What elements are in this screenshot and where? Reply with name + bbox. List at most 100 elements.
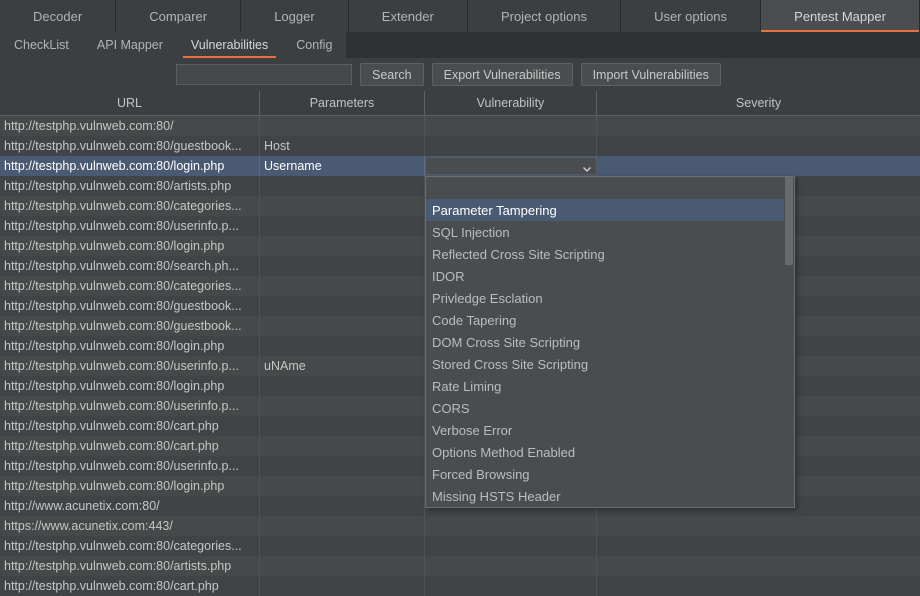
dropdown-option-blank[interactable] (426, 177, 786, 199)
column-header-url[interactable]: URL (0, 91, 260, 115)
dropdown-option[interactable]: DOM Cross Site Scripting (426, 331, 786, 353)
cell-vulnerability[interactable] (425, 136, 597, 156)
cell-parameters[interactable] (260, 376, 425, 396)
main-tab-project-options[interactable]: Project options (467, 0, 622, 32)
main-tab-pentest-mapper[interactable]: Pentest Mapper (761, 0, 920, 32)
table-row[interactable]: http://testphp.vulnweb.com:80/ (0, 116, 920, 136)
cell-severity[interactable] (597, 116, 920, 136)
dropdown-option[interactable]: IDOR (426, 265, 786, 287)
cell-parameters[interactable]: uNAme (260, 356, 425, 376)
cell-severity[interactable] (597, 576, 920, 596)
column-header-parameters[interactable]: Parameters (260, 91, 425, 115)
cell-url[interactable]: http://testphp.vulnweb.com:80/categories… (0, 196, 260, 216)
cell-parameters[interactable] (260, 516, 425, 536)
main-tab-extender[interactable]: Extender (348, 0, 468, 32)
sub-tab-api-mapper[interactable]: API Mapper (83, 32, 177, 58)
sub-tab-config[interactable]: Config (282, 32, 346, 58)
cell-parameters[interactable] (260, 236, 425, 256)
dropdown-option[interactable]: Forced Browsing (426, 463, 786, 485)
cell-severity[interactable] (597, 156, 920, 176)
cell-url[interactable]: http://testphp.vulnweb.com:80/login.php (0, 336, 260, 356)
main-tab-comparer[interactable]: Comparer (116, 0, 242, 32)
cell-vulnerability[interactable] (425, 116, 597, 136)
cell-parameters[interactable] (260, 216, 425, 236)
cell-severity[interactable] (597, 536, 920, 556)
cell-severity[interactable] (597, 516, 920, 536)
cell-parameters[interactable] (260, 416, 425, 436)
cell-url[interactable]: http://testphp.vulnweb.com:80/login.php (0, 376, 260, 396)
cell-parameters[interactable] (260, 396, 425, 416)
cell-url[interactable]: http://testphp.vulnweb.com:80/cart.php (0, 416, 260, 436)
cell-parameters[interactable] (260, 276, 425, 296)
dropdown-scrollbar[interactable] (784, 177, 794, 507)
cell-url[interactable]: http://testphp.vulnweb.com:80/userinfo.p… (0, 396, 260, 416)
cell-vulnerability[interactable] (425, 576, 597, 596)
cell-url[interactable]: http://testphp.vulnweb.com:80/guestbook.… (0, 296, 260, 316)
cell-parameters[interactable] (260, 536, 425, 556)
cell-url[interactable]: https://www.acunetix.com:443/ (0, 516, 260, 536)
cell-url[interactable]: http://testphp.vulnweb.com:80/artists.ph… (0, 176, 260, 196)
dropdown-option[interactable]: Privledge Esclation (426, 287, 786, 309)
dropdown-option[interactable]: Rate Liming (426, 375, 786, 397)
dropdown-option[interactable]: Missing HSTS Header (426, 485, 786, 507)
export-vulnerabilities-button[interactable]: Export Vulnerabilities (431, 63, 573, 86)
search-input[interactable] (176, 64, 352, 85)
vulnerability-combobox[interactable] (425, 157, 597, 175)
dropdown-option[interactable]: SQL Injection (426, 221, 786, 243)
cell-url[interactable]: http://testphp.vulnweb.com:80/login.php (0, 156, 260, 176)
cell-url[interactable]: http://testphp.vulnweb.com:80/cart.php (0, 576, 260, 596)
cell-url[interactable]: http://testphp.vulnweb.com:80/guestbook.… (0, 316, 260, 336)
cell-vulnerability[interactable] (425, 536, 597, 556)
dropdown-option[interactable]: Verbose Error (426, 419, 786, 441)
main-tab-logger[interactable]: Logger (241, 0, 349, 32)
table-row[interactable]: http://testphp.vulnweb.com:80/categories… (0, 536, 920, 556)
sub-tab-vulnerabilities[interactable]: Vulnerabilities (177, 32, 282, 58)
cell-url[interactable]: http://testphp.vulnweb.com:80/login.php (0, 236, 260, 256)
cell-url[interactable]: http://testphp.vulnweb.com:80/userinfo.p… (0, 356, 260, 376)
cell-url[interactable]: http://testphp.vulnweb.com:80/artists.ph… (0, 556, 260, 576)
cell-url[interactable]: http://testphp.vulnweb.com:80/login.php (0, 476, 260, 496)
cell-parameters[interactable] (260, 496, 425, 516)
cell-url[interactable]: http://testphp.vulnweb.com:80/search.ph.… (0, 256, 260, 276)
cell-parameters[interactable]: Username (260, 156, 425, 176)
cell-url[interactable]: http://testphp.vulnweb.com:80/cart.php (0, 436, 260, 456)
cell-severity[interactable] (597, 136, 920, 156)
dropdown-option[interactable]: Code Tapering (426, 309, 786, 331)
cell-parameters[interactable] (260, 316, 425, 336)
dropdown-option[interactable]: CORS (426, 397, 786, 419)
cell-url[interactable]: http://testphp.vulnweb.com:80/userinfo.p… (0, 216, 260, 236)
column-header-severity[interactable]: Severity (597, 91, 920, 115)
main-tab-user-options[interactable]: User options (621, 0, 762, 32)
cell-parameters[interactable] (260, 556, 425, 576)
cell-parameters[interactable] (260, 256, 425, 276)
sub-tab-checklist[interactable]: CheckList (0, 32, 83, 58)
cell-url[interactable]: http://testphp.vulnweb.com:80/ (0, 116, 260, 136)
cell-vulnerability[interactable] (425, 556, 597, 576)
cell-parameters[interactable] (260, 336, 425, 356)
cell-parameters[interactable] (260, 456, 425, 476)
dropdown-option[interactable]: Parameter Tampering (426, 199, 786, 221)
dropdown-option[interactable]: Options Method Enabled (426, 441, 786, 463)
import-vulnerabilities-button[interactable]: Import Vulnerabilities (580, 63, 721, 86)
table-row[interactable]: https://www.acunetix.com:443/ (0, 516, 920, 536)
search-button[interactable]: Search (360, 63, 424, 86)
cell-parameters[interactable] (260, 436, 425, 456)
dropdown-option[interactable]: Stored Cross Site Scripting (426, 353, 786, 375)
cell-vulnerability[interactable] (425, 516, 597, 536)
cell-url[interactable]: http://testphp.vulnweb.com:80/guestbook.… (0, 136, 260, 156)
dropdown-scrollbar-thumb[interactable] (785, 177, 793, 265)
cell-parameters[interactable] (260, 296, 425, 316)
cell-parameters[interactable] (260, 116, 425, 136)
dropdown-option[interactable]: Reflected Cross Site Scripting (426, 243, 786, 265)
cell-url[interactable]: http://www.acunetix.com:80/ (0, 496, 260, 516)
cell-parameters[interactable] (260, 176, 425, 196)
cell-url[interactable]: http://testphp.vulnweb.com:80/categories… (0, 536, 260, 556)
cell-parameters[interactable] (260, 476, 425, 496)
table-row[interactable]: http://testphp.vulnweb.com:80/cart.php (0, 576, 920, 596)
table-row[interactable]: http://testphp.vulnweb.com:80/guestbook.… (0, 136, 920, 156)
vulnerability-dropdown-popup[interactable]: Parameter Tampering SQL Injection Reflecte… (425, 176, 795, 508)
table-row[interactable]: http://testphp.vulnweb.com:80/artists.ph… (0, 556, 920, 576)
cell-severity[interactable] (597, 556, 920, 576)
cell-parameters[interactable]: Host (260, 136, 425, 156)
cell-url[interactable]: http://testphp.vulnweb.com:80/categories… (0, 276, 260, 296)
